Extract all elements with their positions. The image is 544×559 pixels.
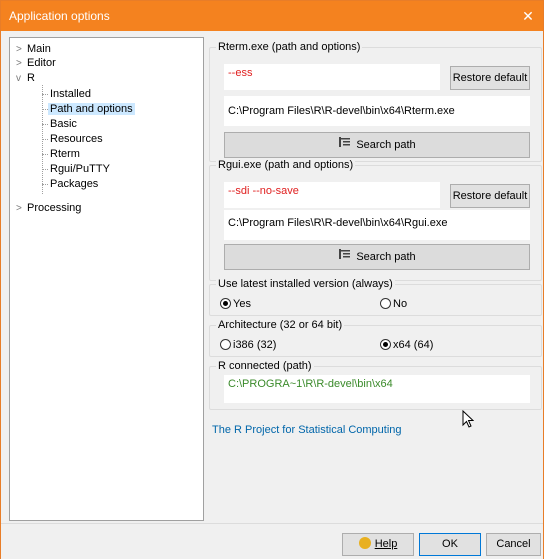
radio-label: x64 (64) bbox=[393, 339, 434, 351]
title-bar: Application options ✕ bbox=[1, 1, 543, 31]
expand-icon[interactable]: > bbox=[16, 43, 27, 57]
application-options-window: Application options ✕ > Main > Editor vR I… bbox=[0, 0, 544, 559]
rgui-group-label: Rgui.exe (path and options) bbox=[216, 159, 356, 171]
radio-unchecked-icon bbox=[380, 298, 391, 309]
tree-item-label: Packages bbox=[50, 178, 99, 190]
tree-search-icon bbox=[338, 245, 352, 269]
tree-item-label: Path and options bbox=[48, 103, 135, 115]
expand-icon[interactable]: > bbox=[16, 202, 27, 216]
rgui-restore-default-button[interactable]: Restore default bbox=[450, 184, 530, 208]
radio-checked-icon bbox=[220, 298, 231, 309]
architecture-group: Architecture (32 or 64 bit) i386 (32) x6… bbox=[209, 319, 542, 357]
tree-item-label: Rterm bbox=[50, 148, 80, 160]
rterm-group: Rterm.exe (path and options) --ess Resto… bbox=[209, 41, 542, 162]
help-bulb-icon bbox=[358, 537, 371, 549]
tree-item-label: Basic bbox=[50, 118, 77, 130]
radio-checked-icon bbox=[380, 339, 391, 350]
help-label: Help bbox=[374, 538, 398, 550]
r-connected-path-field[interactable]: C:\PROGRA~1\R\R-devel\bin\x64 bbox=[224, 375, 530, 403]
tree-connector bbox=[42, 139, 48, 140]
help-button[interactable]: Help bbox=[342, 533, 414, 556]
tree-connector bbox=[42, 154, 48, 155]
tree-item-label: Main bbox=[27, 43, 51, 55]
tree-item-label: R bbox=[27, 72, 35, 84]
rterm-group-label: Rterm.exe (path and options) bbox=[216, 41, 363, 53]
latest-no-radio[interactable]: No bbox=[380, 297, 407, 311]
radio-label: Yes bbox=[233, 298, 251, 310]
rgui-path-field[interactable]: C:\Program Files\R\R-devel\bin\x64\Rgui.… bbox=[224, 210, 530, 240]
latest-yes-radio[interactable]: Yes bbox=[220, 297, 251, 311]
tree-item-installed[interactable]: Installed bbox=[50, 87, 91, 101]
options-panel: Rterm.exe (path and options) --ess Resto… bbox=[209, 37, 542, 521]
tree-item-rgui-putty[interactable]: Rgui/PuTTY bbox=[50, 162, 110, 176]
tree-item-label: Resources bbox=[50, 133, 103, 145]
expand-icon[interactable]: > bbox=[16, 57, 27, 71]
architecture-group-label: Architecture (32 or 64 bit) bbox=[216, 319, 345, 331]
latest-version-group: Use latest installed version (always) Ye… bbox=[209, 278, 542, 316]
tree-connector bbox=[42, 124, 48, 125]
arch-i386-radio[interactable]: i386 (32) bbox=[220, 338, 276, 352]
ok-button[interactable]: OK bbox=[419, 533, 481, 556]
tree-item-path-and-options[interactable]: Path and options bbox=[48, 102, 135, 116]
rterm-restore-default-button[interactable]: Restore default bbox=[450, 66, 530, 90]
options-tree: > Main > Editor vR Installed Path and opti… bbox=[9, 37, 204, 521]
search-path-label: Search path bbox=[356, 251, 416, 263]
rterm-path-field[interactable]: C:\Program Files\R\R-devel\bin\x64\Rterm… bbox=[224, 96, 530, 126]
collapse-icon[interactable]: v bbox=[16, 72, 27, 86]
window-title: Application options bbox=[9, 9, 110, 23]
rterm-search-path-button[interactable]: Search path bbox=[224, 132, 530, 158]
dialog-button-bar: Help OK Cancel bbox=[1, 523, 543, 559]
arch-x64-radio[interactable]: x64 (64) bbox=[380, 338, 433, 352]
tree-item-processing[interactable]: > Processing bbox=[16, 201, 81, 215]
r-connected-group: R connected (path) C:\PROGRA~1\R\R-devel… bbox=[209, 360, 542, 410]
tree-connector bbox=[42, 94, 48, 95]
tree-search-icon bbox=[338, 133, 352, 157]
r-connected-group-label: R connected (path) bbox=[216, 360, 314, 372]
tree-item-label: Rgui/PuTTY bbox=[50, 163, 110, 175]
rgui-options-field[interactable]: --sdi --no-save bbox=[224, 182, 440, 208]
tree-item-main[interactable]: > Main bbox=[16, 42, 51, 56]
radio-unchecked-icon bbox=[220, 339, 231, 350]
radio-label: No bbox=[393, 298, 408, 310]
tree-item-editor[interactable]: > Editor bbox=[16, 56, 56, 70]
mouse-cursor-icon bbox=[462, 409, 475, 433]
latest-version-group-label: Use latest installed version (always) bbox=[216, 278, 395, 290]
rgui-search-path-button[interactable]: Search path bbox=[224, 244, 530, 270]
cancel-button[interactable]: Cancel bbox=[486, 533, 541, 556]
tree-connector bbox=[42, 184, 48, 185]
search-path-label: Search path bbox=[356, 139, 416, 151]
tree-item-label: Installed bbox=[50, 88, 91, 100]
close-icon[interactable]: ✕ bbox=[513, 1, 543, 31]
tree-connector bbox=[42, 169, 48, 170]
r-project-link[interactable]: The R Project for Statistical Computing bbox=[212, 424, 402, 436]
tree-item-resources[interactable]: Resources bbox=[50, 132, 103, 146]
tree-item-label: Processing bbox=[27, 202, 82, 214]
tree-item-packages[interactable]: Packages bbox=[50, 177, 98, 191]
rterm-options-field[interactable]: --ess bbox=[224, 64, 440, 90]
tree-item-rterm[interactable]: Rterm bbox=[50, 147, 80, 161]
tree-item-label: Editor bbox=[27, 57, 56, 69]
tree-item-basic[interactable]: Basic bbox=[50, 117, 77, 131]
radio-label: i386 (32) bbox=[233, 339, 277, 351]
rgui-group: Rgui.exe (path and options) --sdi --no-s… bbox=[209, 159, 542, 281]
tree-item-r[interactable]: vR bbox=[16, 71, 35, 85]
